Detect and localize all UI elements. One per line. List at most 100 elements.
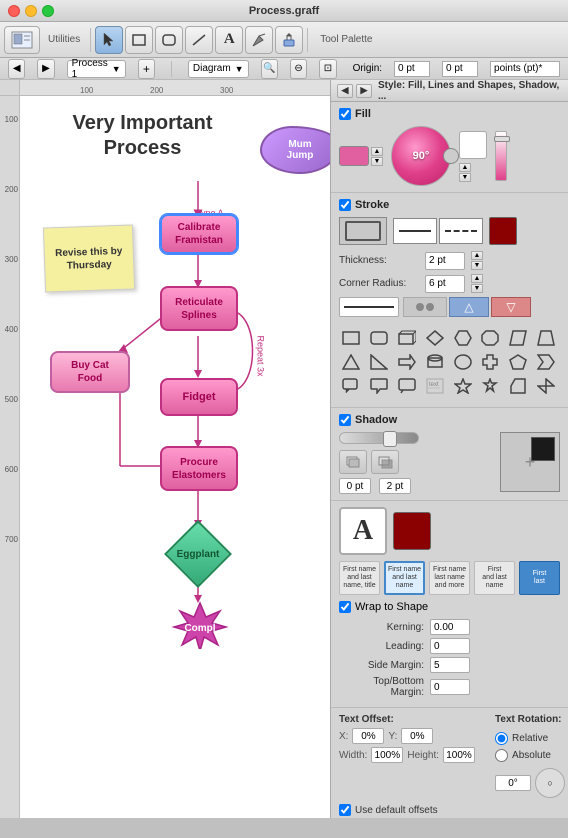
fit-page[interactable]: ⊡ <box>319 59 336 79</box>
fill-color-stepper[interactable]: ▲ ▼ <box>371 147 383 166</box>
line-tool[interactable] <box>185 26 213 54</box>
arrow-down-btn[interactable]: ▽ <box>491 297 531 317</box>
thickness-up[interactable]: ▲ <box>471 251 483 260</box>
shape-diamond[interactable] <box>423 327 447 349</box>
fill-color-down[interactable]: ▼ <box>371 157 383 166</box>
shape-rounded-rect[interactable] <box>367 327 391 349</box>
stroke-color-swatch[interactable] <box>489 217 517 245</box>
panel-nav[interactable]: ◀ ▶ <box>337 84 372 98</box>
rotation-dial[interactable]: ○ <box>535 768 565 798</box>
angle-indicator[interactable] <box>443 148 459 164</box>
shape-cross[interactable] <box>478 351 502 373</box>
fill-color-up[interactable]: ▲ <box>371 147 383 156</box>
offset-y-value[interactable]: 0% <box>401 728 433 744</box>
arrow-up-btn[interactable]: △ <box>449 297 489 317</box>
pen-tool[interactable] <box>245 26 273 54</box>
shadow-color-swatch[interactable] <box>531 437 555 461</box>
text-thumb-1[interactable]: First nameand lastname, title <box>339 561 380 595</box>
shape-misc2[interactable] <box>534 375 558 397</box>
zoom-out[interactable]: ⊖ <box>290 59 307 79</box>
view-select[interactable]: Diagram▼ <box>188 60 249 78</box>
fill-opacity-slider[interactable] <box>495 131 507 181</box>
shape-chevron[interactable] <box>534 351 558 373</box>
line-style-dropdown[interactable] <box>339 297 399 317</box>
fill-white-down[interactable]: ▼ <box>459 173 471 182</box>
use-default-checkbox[interactable] <box>339 804 351 816</box>
corner-radius-up[interactable]: ▲ <box>471 274 483 283</box>
shadow-offset-1[interactable]: 0 pt <box>339 478 371 494</box>
shape-callout[interactable] <box>339 375 363 397</box>
units-field[interactable]: points (pt)* <box>490 61 560 77</box>
shape-pentagon[interactable] <box>506 351 530 373</box>
rotation-angle-value[interactable]: 0° <box>495 775 531 791</box>
shadow-offset-2[interactable]: 2 pt <box>379 478 411 494</box>
shadow-slider[interactable] <box>339 432 419 444</box>
canvas[interactable]: Very Important Process Mum Jump Revise t… <box>20 96 330 818</box>
buy-cat-shape[interactable]: Buy Cat Food <box>50 351 130 393</box>
toolbar-btn-1[interactable] <box>4 26 40 54</box>
wrap-checkbox[interactable] <box>339 601 351 613</box>
kerning-value[interactable]: 0.00 <box>430 619 470 635</box>
shape-star[interactable] <box>451 375 475 397</box>
panel-arrow-right[interactable]: ▶ <box>356 84 372 98</box>
origin-x[interactable]: 0 pt <box>394 61 430 77</box>
origin-y[interactable]: 0 pt <box>442 61 478 77</box>
shape-cylinder[interactable] <box>423 351 447 373</box>
line-style-btn2[interactable] <box>403 297 447 317</box>
stroke-solid-btn[interactable] <box>393 218 437 244</box>
shape-callout3[interactable] <box>395 375 419 397</box>
fill-white-up[interactable]: ▲ <box>459 163 471 172</box>
panel-arrow-left[interactable]: ◀ <box>337 84 353 98</box>
thickness-down[interactable]: ▼ <box>471 261 483 270</box>
text-tool[interactable]: A <box>215 26 243 54</box>
minimize-button[interactable] <box>25 5 37 17</box>
canvas-area[interactable]: 100 200 300 100 200 300 400 500 600 700 … <box>0 80 330 818</box>
page-add[interactable]: + <box>138 59 155 79</box>
compl-container[interactable]: Compl <box>160 601 240 649</box>
shape-rect-3d[interactable] <box>395 327 419 349</box>
traffic-lights[interactable] <box>8 5 54 17</box>
fill-color-control[interactable]: ▲ ▼ <box>339 146 383 166</box>
offset-w-value[interactable]: 100% <box>371 747 403 763</box>
leading-value[interactable]: 0 <box>430 638 470 654</box>
reticulate-shape[interactable]: Reticulate Splines <box>160 286 238 331</box>
top-bottom-margin-value[interactable]: 0 <box>430 679 470 695</box>
page-select[interactable]: Process 1▼ <box>67 60 126 78</box>
shape-right-triangle[interactable] <box>367 351 391 373</box>
select-tool[interactable] <box>95 26 123 54</box>
offset-h-value[interactable]: 100% <box>443 747 475 763</box>
shadow-btn-1[interactable] <box>339 450 367 474</box>
text-thumb-3[interactable]: First namelast nameand more <box>429 561 470 595</box>
procure-shape[interactable]: Procure Elastomers <box>160 446 238 491</box>
fill-color-swatch[interactable] <box>339 146 369 166</box>
text-thumb-2[interactable]: First nameand lastname <box>384 561 425 595</box>
text-thumb-5[interactable]: Firstlast <box>519 561 560 595</box>
corner-radius-value[interactable]: 6 pt <box>425 275 465 293</box>
fidget-shape[interactable]: Fidget <box>160 378 238 416</box>
text-font-btn[interactable]: A <box>339 507 387 555</box>
shadow-btn-2[interactable] <box>371 450 399 474</box>
shape-callout2[interactable] <box>367 375 391 397</box>
stroke-dashed-btn[interactable] <box>439 218 483 244</box>
side-margin-value[interactable]: 5 <box>430 657 470 673</box>
fill-white-swatch[interactable] <box>459 131 487 159</box>
rounded-rect-tool[interactable] <box>155 26 183 54</box>
shape-parallelogram[interactable] <box>506 327 530 349</box>
shape-text[interactable]: text <box>423 375 447 397</box>
offset-x-value[interactable]: 0% <box>352 728 384 744</box>
thickness-stepper[interactable]: ▲ ▼ <box>471 251 483 270</box>
calibrate-shape[interactable]: Calibrate Framistan <box>160 214 238 254</box>
bucket-tool[interactable] <box>275 26 303 54</box>
shape-star2[interactable] <box>478 375 502 397</box>
fill-white-stepper[interactable]: ▲ ▼ <box>459 163 471 182</box>
shape-triangle[interactable] <box>339 351 363 373</box>
shape-misc1[interactable] <box>506 375 530 397</box>
thickness-value[interactable]: 2 pt <box>425 252 465 270</box>
shape-octagon[interactable] <box>478 327 502 349</box>
shape-rect[interactable] <box>339 327 363 349</box>
shape-hexagon[interactable] <box>451 327 475 349</box>
fill-checkbox[interactable] <box>339 108 351 120</box>
rect-tool[interactable] <box>125 26 153 54</box>
sticky-note[interactable]: Revise this by Thursday <box>43 224 135 292</box>
nav-forward[interactable]: ▶ <box>37 59 54 79</box>
